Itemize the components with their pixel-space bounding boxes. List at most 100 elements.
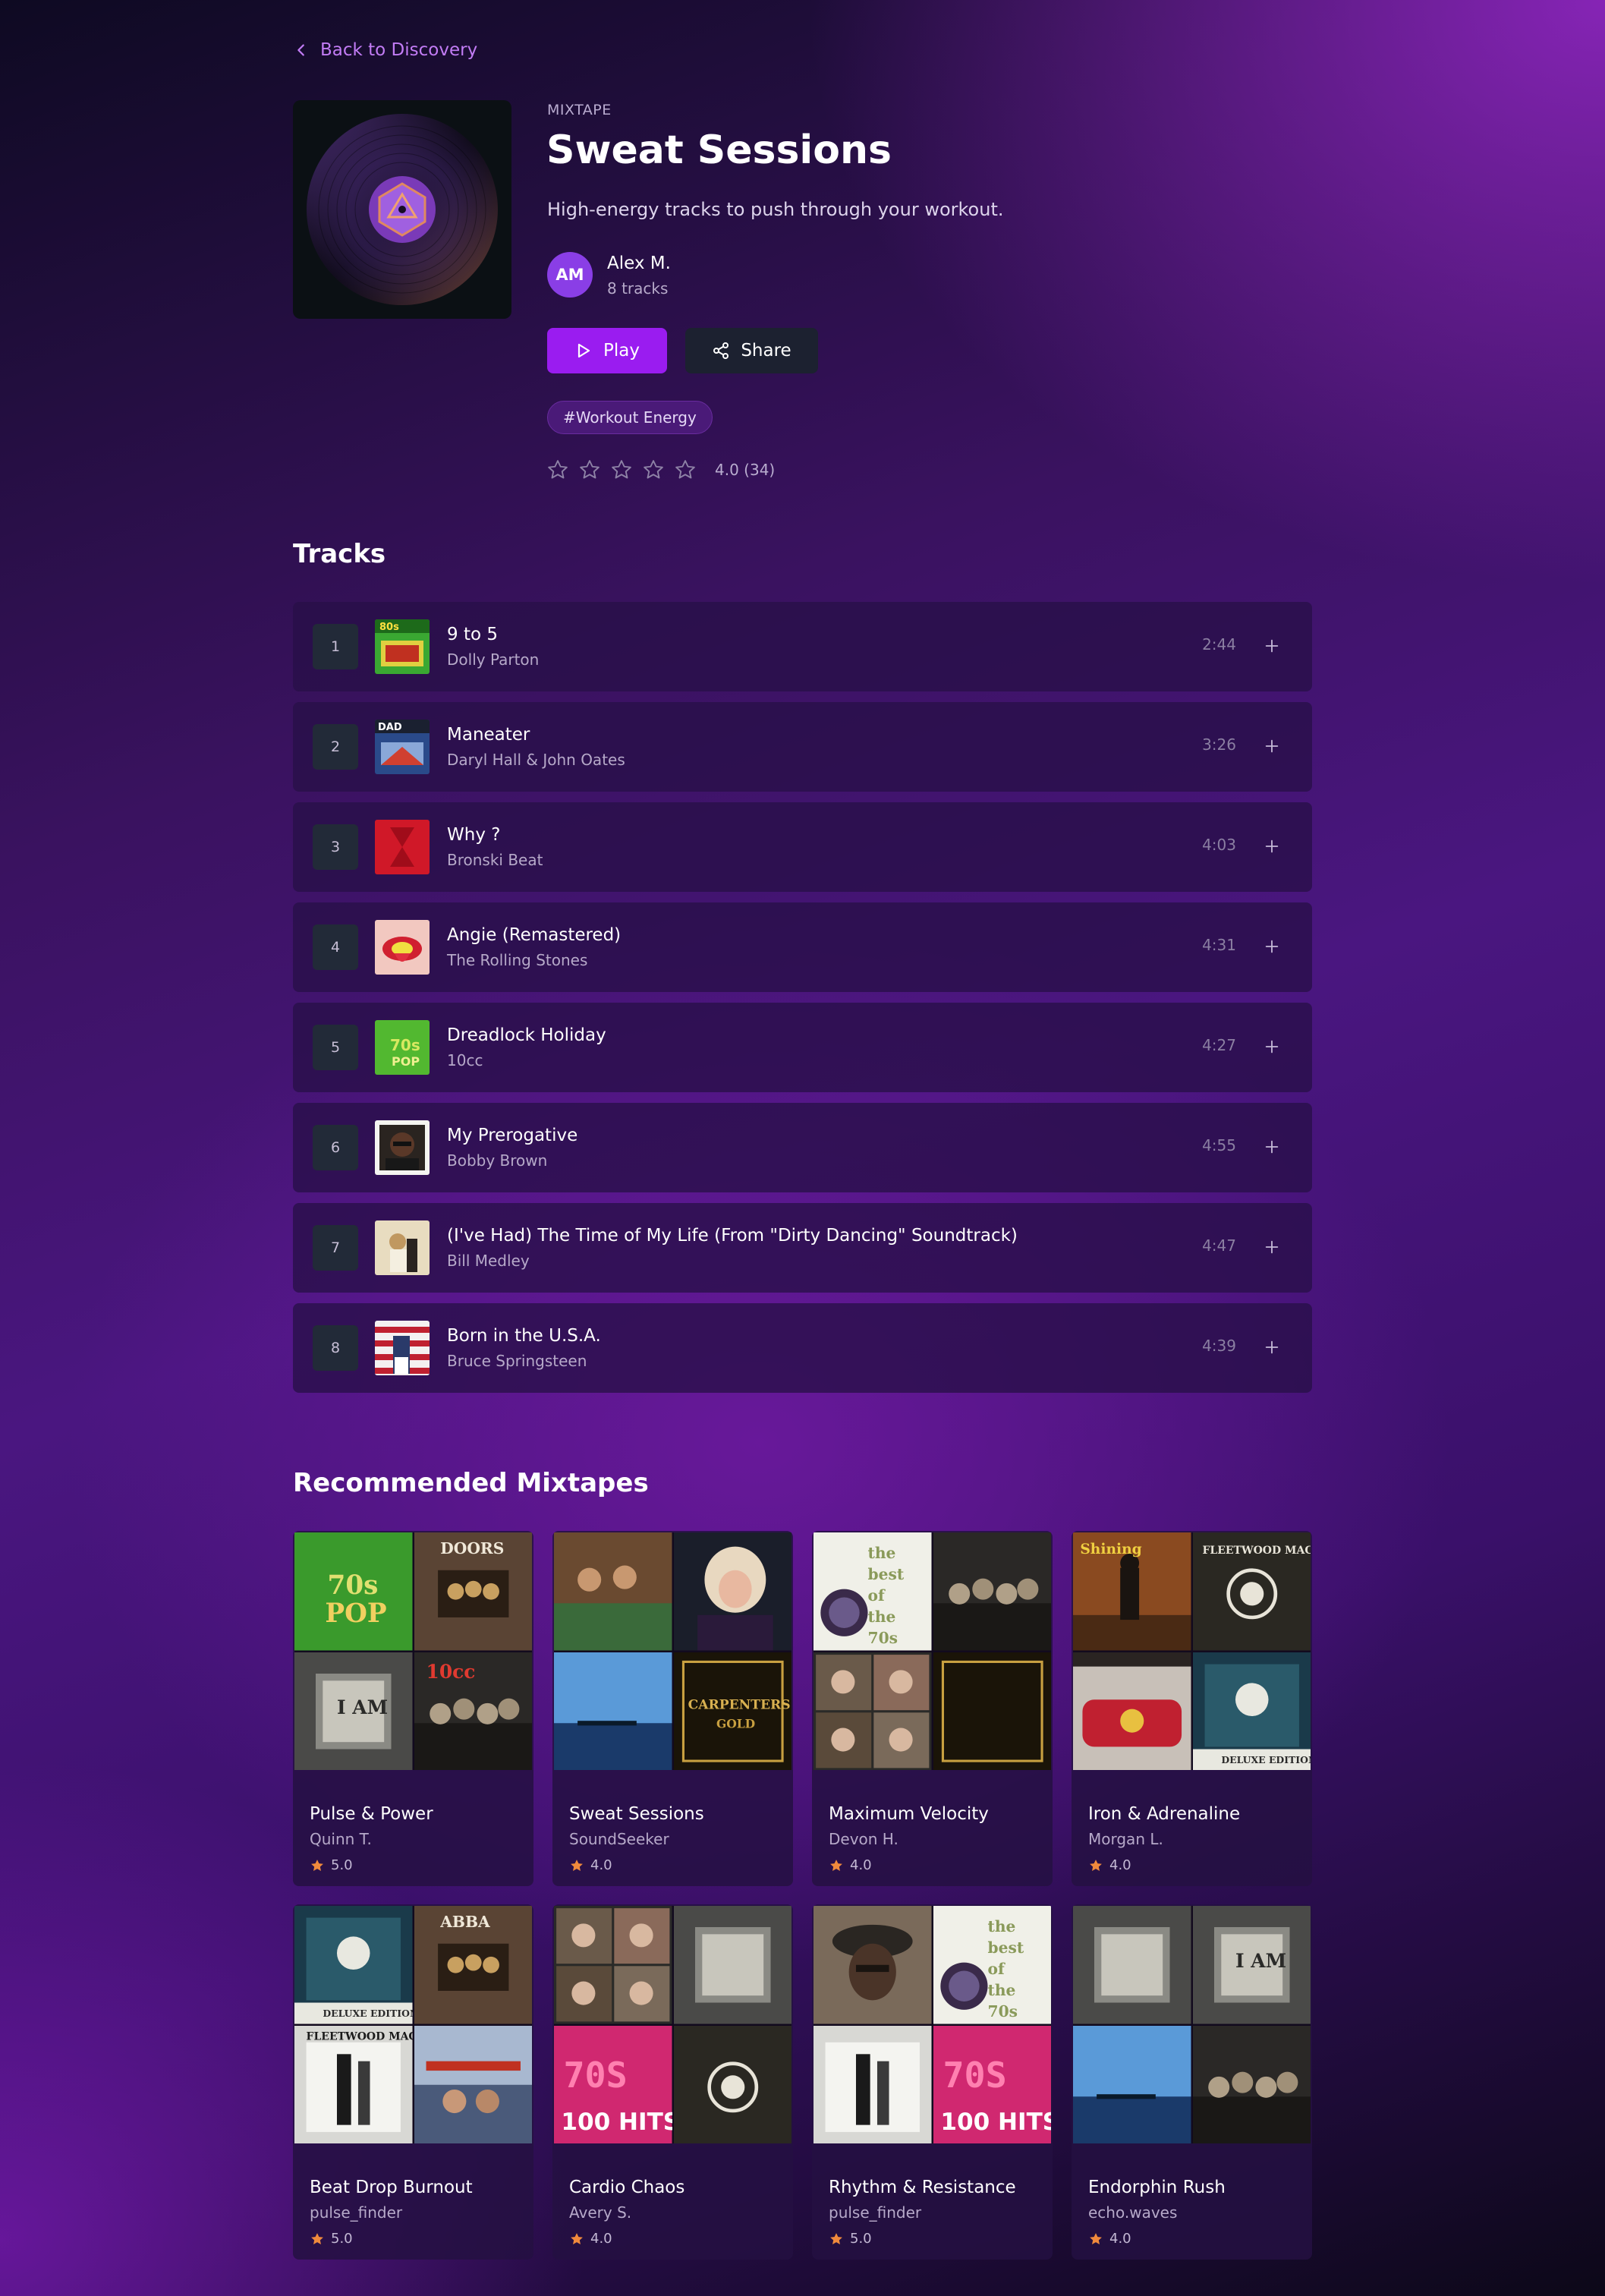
cover-tile xyxy=(814,1652,932,1770)
rating-value: 4.0 xyxy=(1109,1857,1131,1873)
cover-tile: I AM xyxy=(294,1652,413,1770)
mixtape-card[interactable]: I AM Endorphin Rush echo.waves 4.0 xyxy=(1072,1904,1312,2260)
add-track-button[interactable] xyxy=(1259,833,1285,859)
plus-icon xyxy=(1265,739,1279,753)
add-track-button[interactable] xyxy=(1259,1034,1285,1060)
track-row[interactable]: 7 (I've Had) The Time of My Life (From "D… xyxy=(293,1203,1312,1293)
add-track-button[interactable] xyxy=(1259,934,1285,959)
svg-text:POP: POP xyxy=(392,1054,420,1069)
cover-tile xyxy=(554,1652,672,1770)
track-artist[interactable]: Bronski Beat xyxy=(447,851,543,869)
mixtape-card-title: Sweat Sessions xyxy=(569,1804,704,1824)
star-outline-icon[interactable] xyxy=(610,458,633,481)
author-name[interactable]: Alex M. xyxy=(607,254,671,273)
play-button[interactable]: Play xyxy=(547,328,667,373)
svg-text:100 HITS: 100 HITS xyxy=(561,2108,672,2135)
svg-text:10cc: 10cc xyxy=(426,1661,475,1683)
mixtape-card[interactable]: the best of the 70s 70S 100 HITS Rhythm & Resis… xyxy=(812,1904,1053,2260)
star-outline-icon[interactable] xyxy=(642,458,665,481)
mixtape-cover xyxy=(293,100,511,319)
cover-tile xyxy=(1073,2025,1191,2143)
add-track-button[interactable] xyxy=(1259,733,1285,759)
mixtape-description: High-energy tracks to push through your … xyxy=(547,199,1004,220)
svg-text:best: best xyxy=(868,1565,905,1583)
track-number: 4 xyxy=(313,924,358,970)
track-title[interactable]: Dreadlock Holiday xyxy=(447,1025,606,1045)
cover-tile xyxy=(933,1532,1051,1651)
track-row[interactable]: 2 DAD Maneater Daryl Hall & John Oates 3:26 xyxy=(293,702,1312,792)
mixtape-card[interactable]: DELUXE EDITION ABBA FLEETWOOD MAC Beat Drop… xyxy=(293,1904,533,2260)
cover-tile: FLEETWOOD MAC xyxy=(294,2025,413,2143)
track-row[interactable]: 6 My Prerogative Bobby Brown 4:55 xyxy=(293,1103,1312,1192)
vinyl-record-icon xyxy=(307,114,498,305)
cover-tile: 10cc xyxy=(414,1652,532,1770)
cover-tile: FLEETWOOD MAC xyxy=(1192,1532,1311,1651)
track-duration: 4:31 xyxy=(1202,936,1236,954)
star-outline-icon[interactable] xyxy=(674,458,697,481)
cover-tile: 70s POP xyxy=(294,1532,413,1651)
svg-text:70s: 70s xyxy=(987,2002,1018,2020)
add-track-button[interactable] xyxy=(1259,1234,1285,1260)
svg-text:POP: POP xyxy=(325,1598,386,1629)
track-artist[interactable]: Daryl Hall & John Oates xyxy=(447,751,625,769)
track-artist[interactable]: Bill Medley xyxy=(447,1252,530,1270)
track-title[interactable]: Born in the U.S.A. xyxy=(447,1326,601,1346)
add-track-button[interactable] xyxy=(1259,633,1285,659)
cover-tile: 70S 100 HITS xyxy=(554,2025,672,2143)
track-artist[interactable]: The Rolling Stones xyxy=(447,951,587,969)
tracks-heading: Tracks xyxy=(293,539,386,569)
cover-tile xyxy=(673,1532,791,1651)
cover-mosaic: 70S 100 HITS xyxy=(554,1906,791,2143)
mixtape-card[interactable]: 70s POP DOORS I AM 10cc Pulse & Power Quinn T.… xyxy=(293,1531,533,1886)
star-outline-icon[interactable] xyxy=(578,458,601,481)
svg-text:the: the xyxy=(987,1917,1015,1935)
track-number: 6 xyxy=(313,1125,358,1170)
svg-text:70s: 70s xyxy=(390,1036,420,1054)
track-title[interactable]: (I've Had) The Time of My Life (From "Di… xyxy=(447,1226,1018,1246)
track-title[interactable]: 9 to 5 xyxy=(447,625,498,644)
track-title[interactable]: My Prerogative xyxy=(447,1126,577,1145)
plus-icon xyxy=(1265,1240,1279,1254)
author-avatar[interactable]: AM xyxy=(547,252,593,298)
track-artist[interactable]: Bobby Brown xyxy=(447,1151,547,1170)
cover-tile: 70S 100 HITS xyxy=(933,2025,1051,2143)
track-row[interactable]: 4 Angie (Remastered) The Rolling Stones 4:3… xyxy=(293,902,1312,992)
cover-tile xyxy=(554,1906,672,2024)
track-title[interactable]: Maneater xyxy=(447,725,530,745)
plus-icon xyxy=(1265,940,1279,953)
add-track-button[interactable] xyxy=(1259,1134,1285,1160)
svg-text:100 HITS: 100 HITS xyxy=(940,2108,1051,2135)
cover-tile: DELUXE EDITION xyxy=(294,1906,413,2024)
track-row[interactable]: 1 80s 9 to 5 Dolly Parton 2:44 xyxy=(293,602,1312,691)
track-row[interactable]: 3 Why ? Bronski Beat 4:03 xyxy=(293,802,1312,892)
track-cover-art: DAD xyxy=(375,720,430,774)
mixtape-card-title: Iron & Adrenaline xyxy=(1088,1804,1241,1824)
mixtape-card-user: echo.waves xyxy=(1088,2203,1178,2222)
add-track-button[interactable] xyxy=(1259,1334,1285,1360)
rating-stars[interactable]: 4.0 (34) xyxy=(546,458,775,481)
mixtape-card[interactable]: Shining FLEETWOOD MAC DELUXE EDITION Iron &… xyxy=(1072,1531,1312,1886)
track-number: 5 xyxy=(313,1025,358,1070)
cover-tile: DOORS xyxy=(414,1532,532,1651)
track-row[interactable]: 5 70s POP Dreadlock Holiday 10cc 4:27 xyxy=(293,1003,1312,1092)
track-title[interactable]: Why ? xyxy=(447,825,500,845)
track-row[interactable]: 8 Born in the U.S.A. Bruce Springsteen 4:39 xyxy=(293,1303,1312,1393)
mixtape-card[interactable]: CARPENTERS GOLD Sweat Sessions SoundSeeker 4… xyxy=(552,1531,793,1886)
cover-tile: ABBA xyxy=(414,1906,532,2024)
track-cover-art: 80s xyxy=(375,619,430,674)
back-to-discovery-link[interactable]: Back to Discovery xyxy=(293,35,477,65)
tag-workout-energy[interactable]: #Workout Energy xyxy=(547,401,713,434)
cover-mosaic: DELUXE EDITION ABBA FLEETWOOD MAC xyxy=(294,1906,532,2143)
track-artist[interactable]: 10cc xyxy=(447,1051,483,1069)
mixtape-card-user: Morgan L. xyxy=(1088,1830,1163,1848)
track-artist[interactable]: Dolly Parton xyxy=(447,650,539,669)
share-button[interactable]: Share xyxy=(685,328,818,373)
cover-mosaic: 70s POP DOORS I AM 10cc xyxy=(294,1532,532,1770)
mixtape-card[interactable]: 70S 100 HITS Cardio Chaos Avery S. 4.0 xyxy=(552,1904,793,2260)
track-cover-art xyxy=(375,820,430,874)
mixtape-card[interactable]: the best of the 70s Maximum Velocity Devon H. 4… xyxy=(812,1531,1053,1886)
track-count: 8 tracks xyxy=(607,279,669,298)
star-outline-icon[interactable] xyxy=(546,458,569,481)
track-artist[interactable]: Bruce Springsteen xyxy=(447,1352,587,1370)
track-title[interactable]: Angie (Remastered) xyxy=(447,925,621,945)
